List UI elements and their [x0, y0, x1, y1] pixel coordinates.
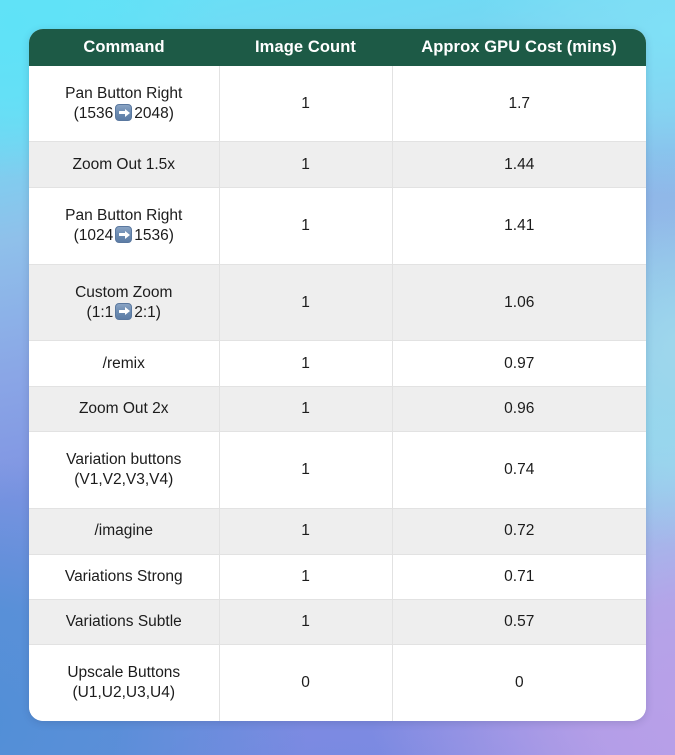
- cell-image-count: 0: [219, 644, 393, 721]
- cell-image-count: 1: [219, 431, 393, 510]
- cell-command: Pan Button Right (1536 2048): [29, 66, 220, 143]
- command-detail: (U1,U2,U3,U4): [35, 683, 213, 703]
- table-row: Pan Button Right (1536 2048) 1 1.7: [29, 66, 646, 143]
- column-header-gpu-cost[interactable]: Approx GPU Cost (mins): [392, 29, 646, 66]
- column-header-image-count[interactable]: Image Count: [219, 29, 392, 66]
- cell-gpu-cost: 0.71: [392, 553, 646, 601]
- table-row: Variations Subtle 1 0.57: [29, 598, 646, 646]
- command-label: Upscale Buttons: [67, 664, 181, 682]
- command-label: /imagine: [94, 522, 154, 540]
- command-detail-prefix: (1:1: [86, 303, 114, 321]
- table-row: Variation buttons (V1,V2,V3,V4) 1 0.74: [29, 431, 646, 510]
- table-row: /imagine 1 0.72: [29, 508, 646, 555]
- table-header: Command Image Count Approx GPU Cost (min…: [29, 29, 646, 66]
- cell-gpu-cost: 0.72: [392, 508, 646, 555]
- command-label: Pan Button Right: [65, 84, 183, 102]
- command-label: Variations Subtle: [65, 613, 182, 631]
- cell-image-count: 1: [219, 141, 393, 188]
- command-label: Zoom Out 2x: [78, 400, 169, 418]
- table-row: Variations Strong 1 0.71: [29, 553, 646, 601]
- cell-gpu-cost: 1.44: [392, 141, 646, 188]
- cell-image-count: 1: [219, 553, 393, 601]
- command-label: Zoom Out 1.5x: [72, 155, 175, 173]
- cell-gpu-cost: 0.74: [392, 431, 646, 510]
- command-label: Pan Button Right: [65, 206, 183, 224]
- command-label: Variations Strong: [64, 567, 183, 585]
- command-detail-suffix: 1536): [134, 226, 174, 244]
- gpu-cost-table: Command Image Count Approx GPU Cost (min…: [29, 29, 646, 721]
- cell-command: Variation buttons (V1,V2,V3,V4): [29, 431, 220, 510]
- column-header-command[interactable]: Command: [29, 29, 219, 66]
- cell-image-count: 1: [219, 598, 393, 646]
- table-row: Pan Button Right (1024 1536) 1 1.41: [29, 186, 646, 265]
- command-detail-prefix: (1536: [73, 104, 114, 122]
- command-detail: (1024 1536): [35, 225, 213, 246]
- cell-command: Zoom Out 2x: [29, 385, 220, 433]
- right-arrow-icon: [115, 302, 133, 320]
- command-detail: (1:1 2:1): [35, 302, 213, 323]
- cell-command: Variations Strong: [29, 553, 220, 601]
- cell-gpu-cost: 1.7: [392, 66, 646, 143]
- cell-image-count: 1: [219, 186, 393, 265]
- command-label: Custom Zoom: [75, 283, 173, 301]
- cell-gpu-cost: 0.57: [392, 598, 646, 646]
- cell-command: /remix: [29, 340, 220, 387]
- table-row: Zoom Out 2x 1 0.96: [29, 385, 646, 433]
- cell-gpu-cost: 0: [392, 644, 646, 721]
- cell-command: Custom Zoom (1:1 2:1): [29, 263, 220, 342]
- cell-gpu-cost: 0.97: [392, 340, 646, 387]
- cell-gpu-cost: 1.06: [392, 263, 646, 342]
- table-row: Upscale Buttons (U1,U2,U3,U4) 0 0: [29, 644, 646, 721]
- command-detail-prefix: (1024: [73, 226, 114, 244]
- command-detail: (V1,V2,V3,V4): [35, 470, 213, 490]
- table-row: Custom Zoom (1:1 2:1) 1 1.06: [29, 263, 646, 342]
- command-detail-prefix: (V1,V2,V3,V4): [74, 471, 174, 489]
- cell-command: Zoom Out 1.5x: [29, 141, 220, 188]
- table-row: /remix 1 0.97: [29, 340, 646, 387]
- table-body: Pan Button Right (1536 2048) 1 1.7 Zoom Out 1…: [29, 66, 646, 721]
- right-arrow-icon: [115, 103, 133, 121]
- cell-command: /imagine: [29, 508, 220, 555]
- command-detail-suffix: 2048): [134, 104, 174, 122]
- command-label: Variation buttons: [66, 451, 182, 469]
- cell-image-count: 1: [219, 66, 393, 143]
- cell-image-count: 1: [219, 263, 393, 342]
- command-label: /remix: [102, 354, 145, 372]
- right-arrow-icon: [115, 225, 133, 243]
- cell-command: Upscale Buttons (U1,U2,U3,U4): [29, 644, 220, 721]
- cell-command: Pan Button Right (1024 1536): [29, 186, 220, 265]
- command-detail-suffix: 2:1): [134, 303, 161, 321]
- gpu-cost-table-card: Command Image Count Approx GPU Cost (min…: [29, 29, 646, 721]
- table-header-row: Command Image Count Approx GPU Cost (min…: [29, 29, 646, 66]
- cell-gpu-cost: 0.96: [392, 385, 646, 433]
- cell-command: Variations Subtle: [29, 598, 220, 646]
- command-detail-prefix: (U1,U2,U3,U4): [72, 684, 176, 702]
- command-detail: (1536 2048): [35, 103, 213, 124]
- table-row: Zoom Out 1.5x 1 1.44: [29, 141, 646, 188]
- cell-image-count: 1: [219, 385, 393, 433]
- cell-image-count: 1: [219, 508, 393, 555]
- cell-image-count: 1: [219, 340, 393, 387]
- cell-gpu-cost: 1.41: [392, 186, 646, 265]
